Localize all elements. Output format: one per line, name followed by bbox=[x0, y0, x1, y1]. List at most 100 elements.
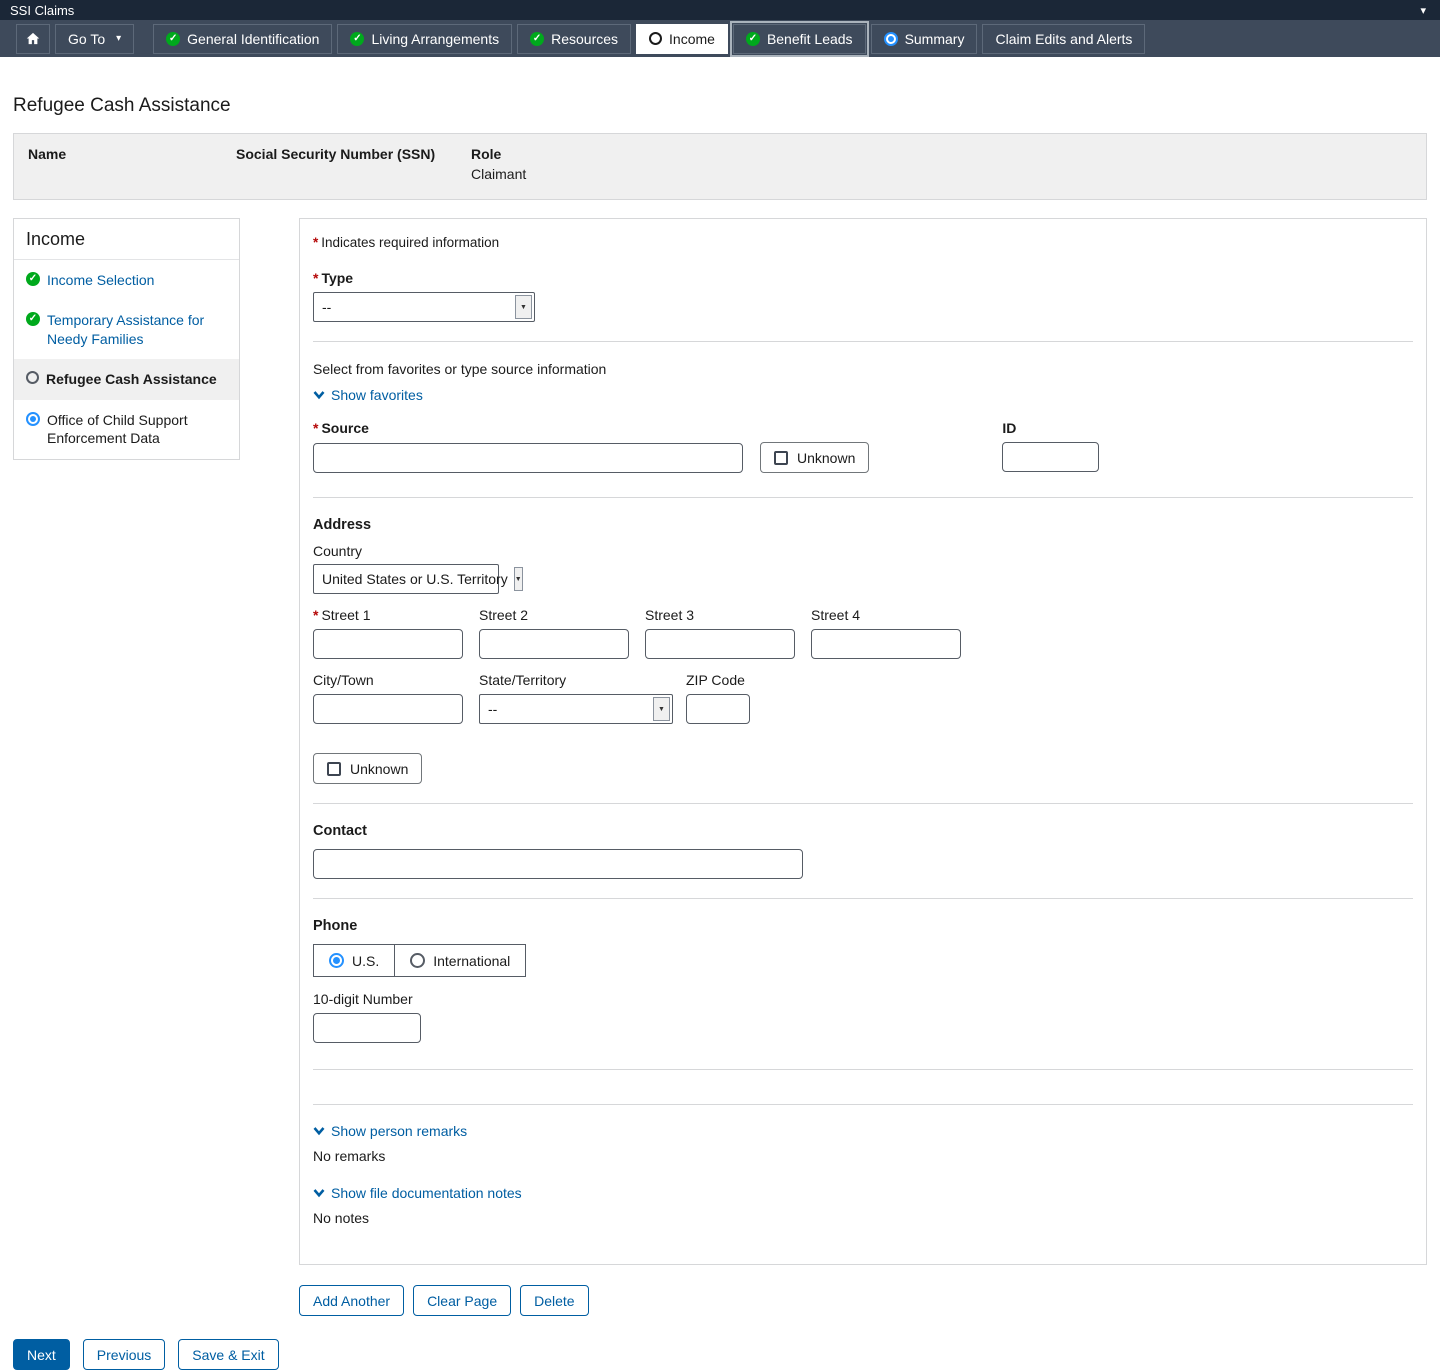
tab-label: Living Arrangements bbox=[371, 31, 499, 47]
required-information-note: *Indicates required information bbox=[313, 235, 1413, 250]
tab-label: Income bbox=[669, 31, 715, 47]
state-select-value: -- bbox=[488, 701, 497, 717]
source-unknown-checkbox[interactable]: Unknown bbox=[760, 442, 869, 473]
divider bbox=[313, 803, 1413, 804]
type-select[interactable]: -- ▼ bbox=[313, 292, 535, 322]
tab-label: Benefit Leads bbox=[767, 31, 853, 47]
save-and-exit-button[interactable]: Save & Exit bbox=[178, 1339, 278, 1370]
sidebar-item-ocse-data[interactable]: Office of Child Support Enforcement Data bbox=[14, 400, 239, 459]
ten-digit-number-input[interactable] bbox=[313, 1013, 421, 1043]
divider bbox=[313, 497, 1413, 498]
home-button[interactable] bbox=[16, 24, 50, 54]
show-favorites-link[interactable]: Show favorites bbox=[313, 387, 423, 403]
app-menu-caret-icon[interactable]: ▾ bbox=[1416, 4, 1430, 17]
form-actions: Add Another Clear Page Delete bbox=[299, 1285, 1427, 1316]
required-asterisk: * bbox=[313, 235, 318, 250]
tab-summary[interactable]: Summary bbox=[871, 24, 978, 54]
street1-input[interactable] bbox=[313, 629, 463, 659]
app-title-bar: SSI Claims ▾ bbox=[0, 0, 1440, 20]
tab-general-identification[interactable]: ✓ General Identification bbox=[153, 24, 332, 54]
id-input[interactable] bbox=[1002, 442, 1099, 472]
country-select[interactable]: United States or U.S. Territory ▼ bbox=[313, 564, 499, 594]
page-title: Refugee Cash Assistance bbox=[13, 95, 1427, 117]
contact-heading: Contact bbox=[313, 823, 1413, 839]
street2-label: Street 2 bbox=[479, 607, 629, 623]
sidebar-item-label: Office of Child Support Enforcement Data bbox=[47, 411, 227, 448]
country-select-value: United States or U.S. Territory bbox=[322, 571, 508, 587]
required-asterisk: * bbox=[313, 420, 318, 436]
street4-label: Street 4 bbox=[811, 607, 961, 623]
check-circle-icon: ✓ bbox=[746, 32, 760, 46]
claimant-header: Name Social Security Number (SSN) Role C… bbox=[13, 133, 1427, 200]
claimant-role-column: Role Claimant bbox=[471, 146, 526, 183]
tab-claim-edits-and-alerts[interactable]: Claim Edits and Alerts bbox=[982, 24, 1145, 54]
radio-unselected-icon bbox=[410, 953, 425, 968]
required-asterisk: * bbox=[313, 607, 318, 623]
phone-us-radio[interactable]: U.S. bbox=[314, 945, 394, 976]
address-unknown-checkbox[interactable]: Unknown bbox=[313, 753, 422, 784]
phone-international-radio[interactable]: International bbox=[394, 945, 525, 976]
page-body: Refugee Cash Assistance Name Social Secu… bbox=[0, 95, 1440, 1316]
delete-button[interactable]: Delete bbox=[520, 1285, 588, 1316]
sidebar-item-tanf[interactable]: ✓ Temporary Assistance for Needy Familie… bbox=[14, 300, 239, 359]
street4-input[interactable] bbox=[811, 629, 961, 659]
role-value: Claimant bbox=[471, 166, 526, 183]
chevron-down-icon bbox=[313, 390, 325, 400]
check-circle-icon: ✓ bbox=[26, 272, 40, 286]
phone-heading: Phone bbox=[313, 918, 1413, 934]
check-circle-icon: ✓ bbox=[26, 312, 40, 326]
home-icon bbox=[25, 31, 41, 46]
tab-resources[interactable]: ✓ Resources bbox=[517, 24, 631, 54]
tab-living-arrangements[interactable]: ✓ Living Arrangements bbox=[337, 24, 512, 54]
show-person-remarks-link[interactable]: Show person remarks bbox=[313, 1123, 467, 1139]
zip-input[interactable] bbox=[686, 694, 750, 724]
main-navigation: Go To ▾ ✓ General Identification ✓ Livin… bbox=[0, 20, 1440, 57]
ssn-label: Social Security Number (SSN) bbox=[236, 146, 471, 162]
goto-label: Go To bbox=[68, 31, 105, 47]
claimant-ssn-column: Social Security Number (SSN) bbox=[236, 146, 471, 183]
contact-input[interactable] bbox=[313, 849, 803, 879]
goto-dropdown[interactable]: Go To ▾ bbox=[55, 24, 134, 54]
income-section-sidebar: Income ✓ Income Selection ✓ Temporary As… bbox=[13, 218, 240, 460]
sidebar-item-income-selection[interactable]: ✓ Income Selection bbox=[14, 260, 239, 300]
source-input[interactable] bbox=[313, 443, 743, 473]
tab-income[interactable]: Income bbox=[636, 24, 728, 54]
city-input[interactable] bbox=[313, 694, 463, 724]
divider bbox=[313, 898, 1413, 899]
add-another-button[interactable]: Add Another bbox=[299, 1285, 404, 1316]
select-caret-icon: ▼ bbox=[515, 295, 532, 319]
ssn-value bbox=[236, 166, 471, 183]
show-file-documentation-notes-link[interactable]: Show file documentation notes bbox=[313, 1185, 522, 1201]
divider bbox=[313, 341, 1413, 342]
refugee-cash-assistance-form: *Indicates required information *Type --… bbox=[299, 218, 1427, 1265]
check-circle-icon: ✓ bbox=[166, 32, 180, 46]
radio-selected-icon bbox=[329, 953, 344, 968]
tab-benefit-leads[interactable]: ✓ Benefit Leads bbox=[733, 24, 866, 54]
id-label: ID bbox=[1002, 420, 1099, 436]
address-heading: Address bbox=[313, 517, 1413, 533]
source-label: *Source bbox=[313, 420, 869, 436]
street2-input[interactable] bbox=[479, 629, 629, 659]
divider bbox=[313, 1069, 1413, 1070]
sidebar-item-refugee-cash-assistance[interactable]: Refugee Cash Assistance bbox=[14, 359, 239, 399]
no-remarks-text: No remarks bbox=[313, 1148, 1413, 1164]
divider bbox=[313, 1104, 1413, 1105]
app-title: SSI Claims bbox=[10, 3, 74, 18]
favorites-instruction: Select from favorites or type source inf… bbox=[313, 361, 1413, 377]
sidebar-item-label: Income Selection bbox=[47, 271, 154, 289]
previous-button[interactable]: Previous bbox=[83, 1339, 165, 1370]
no-notes-text: No notes bbox=[313, 1210, 1413, 1226]
check-circle-icon: ✓ bbox=[530, 32, 544, 46]
sidebar-item-label: Refugee Cash Assistance bbox=[46, 370, 217, 388]
street3-input[interactable] bbox=[645, 629, 795, 659]
name-label: Name bbox=[28, 146, 236, 162]
clear-page-button[interactable]: Clear Page bbox=[413, 1285, 511, 1316]
ten-digit-number-label: 10-digit Number bbox=[313, 991, 1413, 1007]
check-circle-icon: ✓ bbox=[350, 32, 364, 46]
select-caret-icon: ▼ bbox=[514, 567, 523, 591]
tab-label: Summary bbox=[905, 31, 965, 47]
state-select[interactable]: -- ▼ bbox=[479, 694, 673, 724]
required-asterisk: * bbox=[313, 270, 318, 286]
next-button[interactable]: Next bbox=[13, 1339, 70, 1370]
select-caret-icon: ▼ bbox=[653, 697, 670, 721]
